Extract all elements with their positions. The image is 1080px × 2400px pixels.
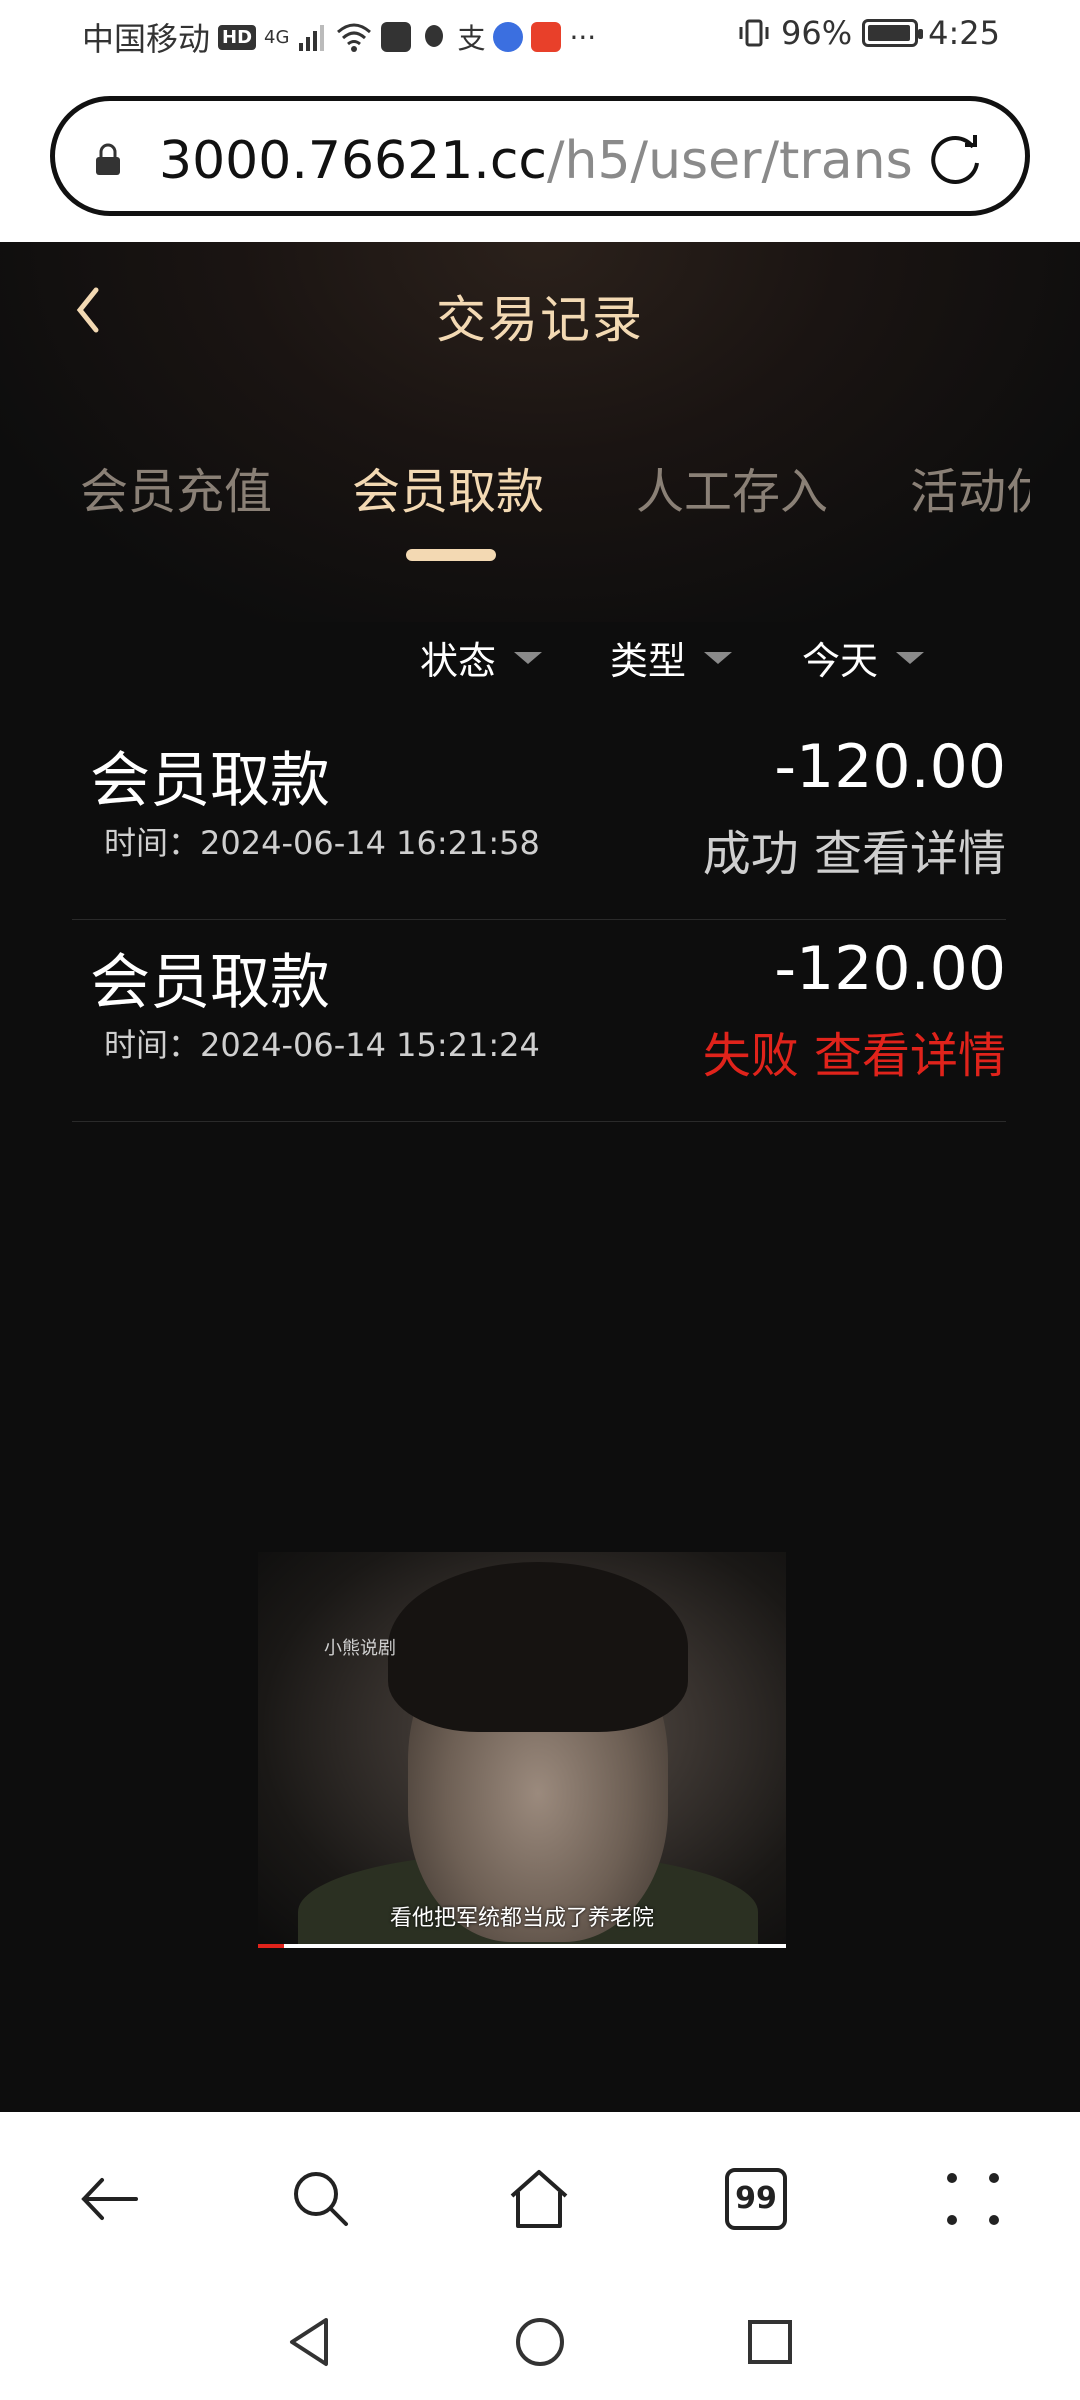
status-text: 失败	[702, 1028, 799, 1084]
view-details-link[interactable]: 查看详情	[814, 1028, 1006, 1084]
page-title: 交易记录	[436, 291, 644, 349]
carrier-name: 中国移动	[82, 20, 211, 58]
signal-icon	[299, 25, 325, 51]
lock-icon	[96, 143, 120, 175]
transaction-status: 成功 查看详情	[703, 814, 1006, 884]
video-progress-bar[interactable]	[258, 1944, 786, 1948]
more-notifications-icon: ···	[569, 20, 597, 54]
alipay-icon: 支	[457, 22, 486, 55]
clock: 4:25	[928, 14, 1000, 52]
caret-down-icon	[704, 651, 733, 664]
home-icon[interactable]	[504, 2164, 574, 2234]
vibrate-icon	[739, 19, 769, 47]
transaction-time: 时间：2024-06-14 15:21:24	[104, 1026, 540, 1064]
network-type: 4G	[264, 26, 290, 48]
status-right: 96% 4:25	[737, 14, 1000, 52]
date-filter[interactable]: 今天	[802, 630, 925, 685]
system-back-icon[interactable]	[282, 2314, 338, 2370]
view-details-link[interactable]: 查看详情	[814, 826, 1006, 882]
status-filter[interactable]: 状态	[420, 630, 543, 685]
active-tab-indicator	[406, 549, 496, 561]
status-bar: 中国移动 HD 4G 支 ··· 96% 4:25	[0, 0, 1080, 78]
qq-icon	[425, 25, 444, 47]
status-text: 成功	[702, 826, 799, 882]
more-menu-icon[interactable]	[938, 2164, 1008, 2234]
caret-down-icon	[896, 651, 925, 664]
date-filter-label: 今天	[802, 639, 879, 683]
url-host: 3000.76621.cc	[159, 131, 547, 191]
tab-member-withdrawal[interactable]: 会员取款	[352, 452, 544, 522]
tab-promotions[interactable]: 活动优	[910, 452, 1030, 522]
tab-manual-deposit[interactable]: 人工存入	[636, 452, 828, 522]
transaction-amount: -120.00	[774, 934, 1006, 1004]
back-arrow-icon[interactable]	[74, 2164, 144, 2234]
system-navigation-bar	[0, 2284, 1080, 2400]
battery-icon	[862, 19, 924, 47]
music-app-icon	[493, 22, 524, 52]
tabs-count-button[interactable]: 99	[725, 2168, 787, 2230]
video-figure-hair	[388, 1562, 688, 1732]
red-app-icon	[531, 22, 562, 52]
bag-app-icon	[381, 22, 412, 52]
transaction-row[interactable]: 会员取款 时间：2024-06-14 16:21:58 -120.00 成功 查…	[72, 720, 1006, 920]
status-filter-label: 状态	[420, 639, 497, 683]
video-watermark: 小熊说剧	[324, 1638, 396, 1659]
tab-member-deposit[interactable]: 会员充值	[80, 452, 272, 522]
browser-bottom-nav: 99	[0, 2112, 1080, 2284]
url-path: /h5/user/trans	[547, 131, 913, 191]
transaction-time: 时间：2024-06-14 16:21:58	[104, 824, 540, 862]
browser-address-area: 3000.76621.cc/h5/user/trans	[0, 78, 1080, 242]
status-left: 中国移动 HD 4G 支 ···	[82, 14, 596, 60]
transaction-status: 失败 查看详情	[703, 1016, 1006, 1086]
type-filter-label: 类型	[610, 639, 687, 683]
web-page: 交易记录 会员充值 会员取款 人工存入 活动优 状态 类型 今天 会员取款 时间…	[0, 242, 1080, 2112]
floating-video-player[interactable]: 小熊说剧 看他把军统都当成了养老院	[258, 1552, 786, 1948]
category-tabs: 会员充值 会员取款 人工存入 活动优	[80, 452, 1080, 522]
video-subtitle: 看他把军统都当成了养老院	[389, 1906, 654, 1931]
transaction-type: 会员取款	[90, 948, 330, 1018]
system-home-icon[interactable]	[512, 2314, 568, 2370]
transaction-type: 会员取款	[90, 746, 330, 816]
reload-icon[interactable]	[923, 127, 987, 191]
battery-percent: 96%	[781, 14, 853, 52]
video-progress-played	[258, 1944, 285, 1948]
transaction-amount: -120.00	[774, 732, 1006, 802]
wifi-icon	[337, 23, 372, 52]
caret-down-icon	[514, 651, 543, 664]
search-icon[interactable]	[286, 2164, 356, 2234]
hd-badge: HD	[218, 24, 257, 50]
filter-bar: 状态 类型 今天	[0, 630, 1080, 690]
url-text[interactable]: 3000.76621.cc/h5/user/trans	[159, 131, 939, 191]
type-filter[interactable]: 类型	[610, 630, 733, 685]
transaction-row[interactable]: 会员取款 时间：2024-06-14 15:21:24 -120.00 失败 查…	[72, 922, 1006, 1122]
system-recents-icon[interactable]	[742, 2314, 798, 2370]
address-bar[interactable]: 3000.76621.cc/h5/user/trans	[50, 96, 1030, 216]
